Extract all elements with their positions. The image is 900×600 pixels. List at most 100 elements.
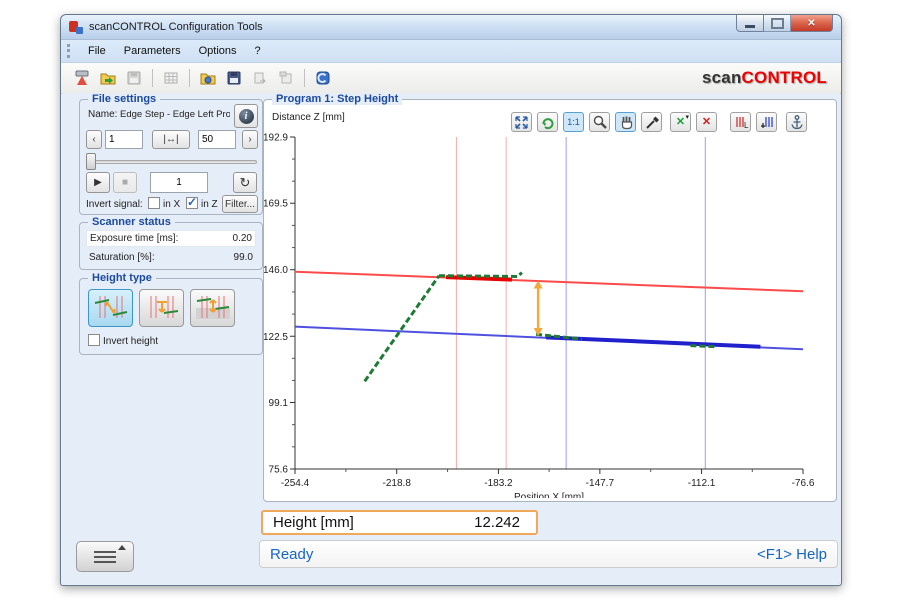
caret-up-icon xyxy=(118,545,126,550)
hamburger-icon xyxy=(94,551,116,553)
file-settings-title: File settings xyxy=(88,93,160,105)
profile-name-label: Name: xyxy=(88,109,117,120)
device-interface-icon[interactable] xyxy=(311,67,335,89)
checkbox-checked-icon: ✓ xyxy=(186,197,198,209)
result-box: Height [mm] 12.242 xyxy=(261,510,538,535)
reset-view-button[interactable] xyxy=(537,112,558,132)
height-type-surface-button[interactable] xyxy=(190,289,235,327)
x-axis-title: Position X [mm] xyxy=(514,492,584,498)
profile-chart[interactable]: 192.9169.5146.0122.599.175.6-254.4-218.8… xyxy=(264,130,824,498)
x-tick-label: -76.6 xyxy=(792,478,815,489)
exposure-time-value: 0.20 xyxy=(233,233,252,244)
blue-search-lines-button[interactable] xyxy=(756,112,777,132)
checkbox-icon xyxy=(88,334,100,346)
status-help-link[interactable]: <F1> Help xyxy=(757,546,827,563)
zoom-button[interactable] xyxy=(589,112,610,132)
pan-button[interactable] xyxy=(615,112,636,132)
range-to-input[interactable] xyxy=(198,130,236,149)
saturation-row: Saturation [%]: 99.0 xyxy=(86,249,256,266)
x-tick-label: -147.7 xyxy=(586,478,615,489)
profile-top xyxy=(439,273,522,277)
dropdown-caret-icon: ▾ xyxy=(685,113,689,121)
reset-view-icon xyxy=(540,115,555,130)
minimize-button[interactable] xyxy=(736,15,764,32)
reload-button[interactable]: ↻ xyxy=(233,172,257,193)
profile-lower-2 xyxy=(690,346,716,347)
value-picker-button[interactable] xyxy=(641,112,662,132)
last-profile-button[interactable]: › xyxy=(242,130,258,149)
toolbar-separator xyxy=(152,69,153,87)
play-button[interactable]: ▶ xyxy=(86,172,110,193)
save-profiles-icon xyxy=(122,67,146,89)
toolbar-separator xyxy=(304,69,305,87)
height-type-single-fit-button[interactable] xyxy=(139,289,184,327)
sensor-icon[interactable] xyxy=(70,67,94,89)
load-profiles-icon[interactable] xyxy=(96,67,120,89)
app-icon xyxy=(69,20,83,34)
menu-parameters[interactable]: Parameters xyxy=(115,42,190,60)
load-parameters-icon[interactable] xyxy=(196,67,220,89)
profile-slider-thumb[interactable] xyxy=(86,153,96,170)
scancontrol-logo: scanCONTROL xyxy=(702,68,841,88)
x-tick-label: -183.2 xyxy=(484,478,513,489)
extra-menu-button[interactable] xyxy=(76,541,134,572)
step-height-two-fits-icon xyxy=(93,294,129,322)
menubar: File Parameters Options ? xyxy=(61,40,841,63)
filter-button[interactable]: Filter... xyxy=(222,195,258,213)
delete-measurement-button[interactable]: ✕ xyxy=(696,112,717,132)
upper-surface-line xyxy=(295,272,803,292)
status-bar: Ready <F1> Help xyxy=(259,540,838,568)
magnifier-icon xyxy=(592,114,608,130)
height-type-group: Height type xyxy=(79,278,263,355)
current-profile-input[interactable] xyxy=(150,172,208,193)
svg-text:L: L xyxy=(744,121,749,130)
add-measurement-button[interactable]: ✕▾ xyxy=(670,112,691,132)
red-search-lines-button[interactable]: L xyxy=(730,112,751,132)
hand-icon xyxy=(618,114,634,130)
invert-z-checkbox[interactable]: ✓in Z xyxy=(186,197,218,210)
y-axis-title: Distance Z [mm] xyxy=(272,112,345,123)
range-from-input[interactable] xyxy=(105,130,143,149)
main-toolbar: scanCONTROL xyxy=(61,63,841,94)
info-icon: i xyxy=(239,109,254,124)
app-window: scanCONTROL Configuration Tools ✕ File P… xyxy=(60,14,842,586)
y-tick-label: 146.0 xyxy=(264,265,288,276)
anchor-button[interactable] xyxy=(786,112,807,132)
toolbar-grip-icon xyxy=(67,44,73,58)
first-profile-button[interactable]: ‹ xyxy=(86,130,102,149)
scanner-status-title: Scanner status xyxy=(88,216,175,228)
height-type-title: Height type xyxy=(88,272,156,284)
fit-range-button[interactable]: |↔| xyxy=(152,130,190,149)
menu-help[interactable]: ? xyxy=(246,42,270,60)
zoom-1-1-button[interactable]: 1:1 xyxy=(563,112,584,132)
red-search-lines-icon: L xyxy=(733,115,749,130)
eyedropper-icon xyxy=(644,114,660,130)
profile-slider[interactable] xyxy=(86,160,257,164)
lower-surface-bold xyxy=(546,337,760,346)
y-tick-label: 169.5 xyxy=(264,199,288,210)
menu-file[interactable]: File xyxy=(79,42,115,60)
profile-name-value: Edge Step - Edge Left Profil xyxy=(120,109,230,120)
exposure-time-label: Exposure time [ms]: xyxy=(90,233,178,244)
y-tick-label: 192.9 xyxy=(264,133,288,144)
stop-button[interactable]: ■ xyxy=(113,172,137,193)
step-height-single-fit-icon xyxy=(144,294,180,322)
result-value: 12.242 xyxy=(474,514,526,531)
add-measurement-icon: ✕ xyxy=(676,117,685,127)
status-ready: Ready xyxy=(270,546,313,563)
y-tick-label: 75.6 xyxy=(269,465,289,476)
invert-x-checkbox[interactable]: in X xyxy=(148,197,180,210)
titlebar[interactable]: scanCONTROL Configuration Tools ✕ xyxy=(61,15,841,40)
menu-options[interactable]: Options xyxy=(190,42,246,60)
save-parameters-icon[interactable] xyxy=(222,67,246,89)
info-button[interactable]: i xyxy=(234,104,258,128)
height-type-two-fits-button[interactable] xyxy=(88,289,133,327)
maximize-button[interactable] xyxy=(764,15,791,32)
invert-height-checkbox[interactable]: Invert height xyxy=(88,334,158,347)
paste-parameters-icon xyxy=(274,67,298,89)
copy-parameters-icon xyxy=(248,67,272,89)
close-button[interactable]: ✕ xyxy=(791,15,833,32)
reload-icon: ↻ xyxy=(240,175,251,191)
content-area: File settings Name: Edge Step - Edge Lef… xyxy=(62,93,840,584)
fit-view-button[interactable] xyxy=(511,112,532,132)
